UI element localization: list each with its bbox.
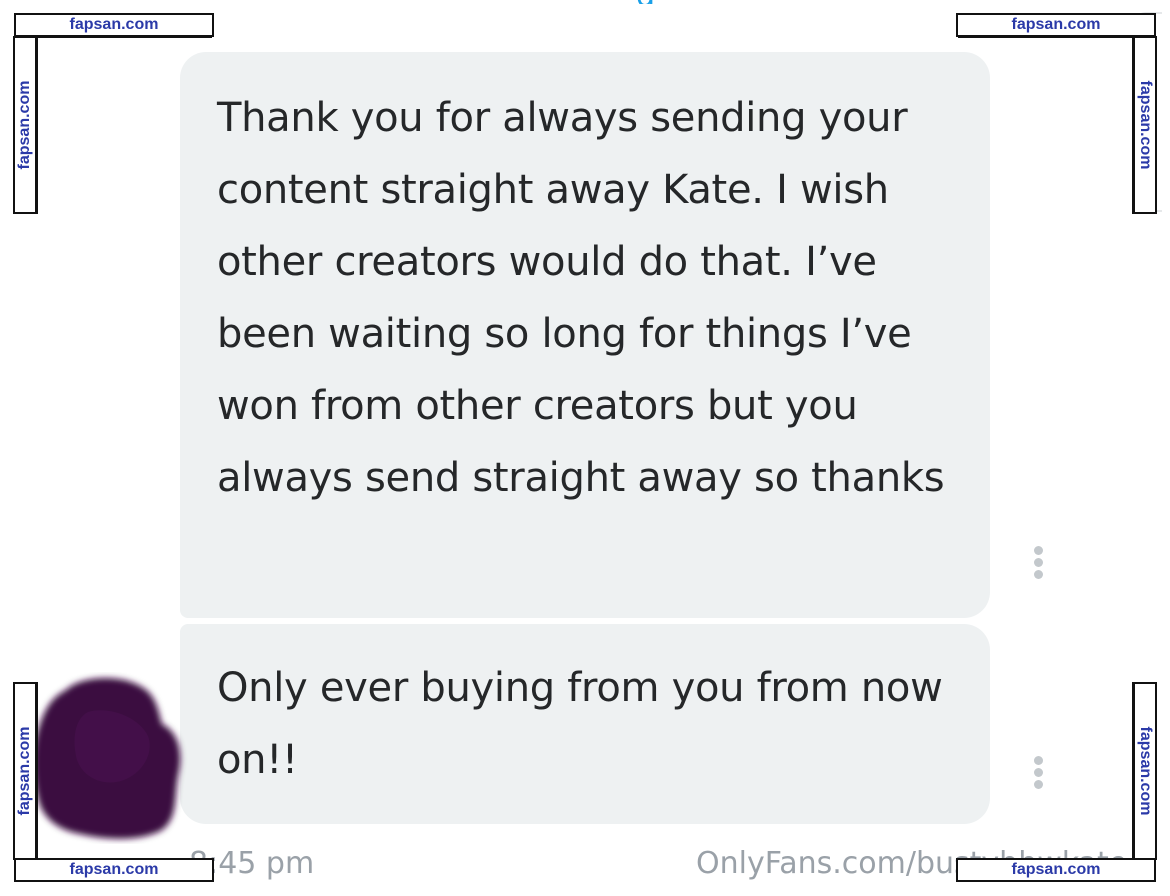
watermark-label-right-bottom: fapsan.com	[1133, 682, 1157, 860]
watermark-text: fapsan.com	[69, 16, 159, 33]
watermark-label-left-bottom: fapsan.com	[13, 682, 37, 860]
watermark-text: fapsan.com	[1011, 861, 1101, 878]
message-text: Thank you for always sending your conten…	[217, 95, 945, 501]
watermark-text: fapsan.com	[16, 80, 33, 170]
watermark-label-bottom-right: fapsan.com	[956, 858, 1156, 882]
message-text: Only ever buying from you from now on!!	[217, 665, 943, 783]
watermark-text: fapsan.com	[69, 861, 159, 878]
cropped-header-fragment: g	[636, 0, 666, 4]
message-bubble[interactable]: Only ever buying from you from now on!!	[180, 624, 990, 824]
watermark-label-top-left: fapsan.com	[14, 13, 214, 37]
message-options-icon[interactable]	[1028, 756, 1048, 796]
watermark-label-top-right: fapsan.com	[956, 13, 1156, 37]
watermark-label-right-top: fapsan.com	[1133, 36, 1157, 214]
message-options-icon[interactable]	[1028, 546, 1048, 586]
watermark-text: fapsan.com	[1137, 726, 1154, 816]
message-bubble[interactable]: Thank you for always sending your conten…	[180, 52, 990, 618]
watermark-label-left-top: fapsan.com	[13, 36, 37, 214]
scribbled-avatar-icon	[33, 678, 181, 839]
watermark-text: fapsan.com	[16, 726, 33, 816]
watermark-text: fapsan.com	[1011, 16, 1101, 33]
watermark-bracket-line	[1132, 682, 1134, 860]
watermark-label-bottom-left: fapsan.com	[14, 858, 214, 882]
avatar[interactable]	[28, 672, 188, 844]
chat-screenshot: g Thank you for always sending your cont…	[0, 0, 1170, 896]
watermark-bracket-line	[958, 36, 1134, 38]
watermark-text: fapsan.com	[1137, 80, 1154, 170]
watermark-bracket-line	[36, 682, 38, 860]
watermark-bracket-line	[36, 36, 212, 38]
